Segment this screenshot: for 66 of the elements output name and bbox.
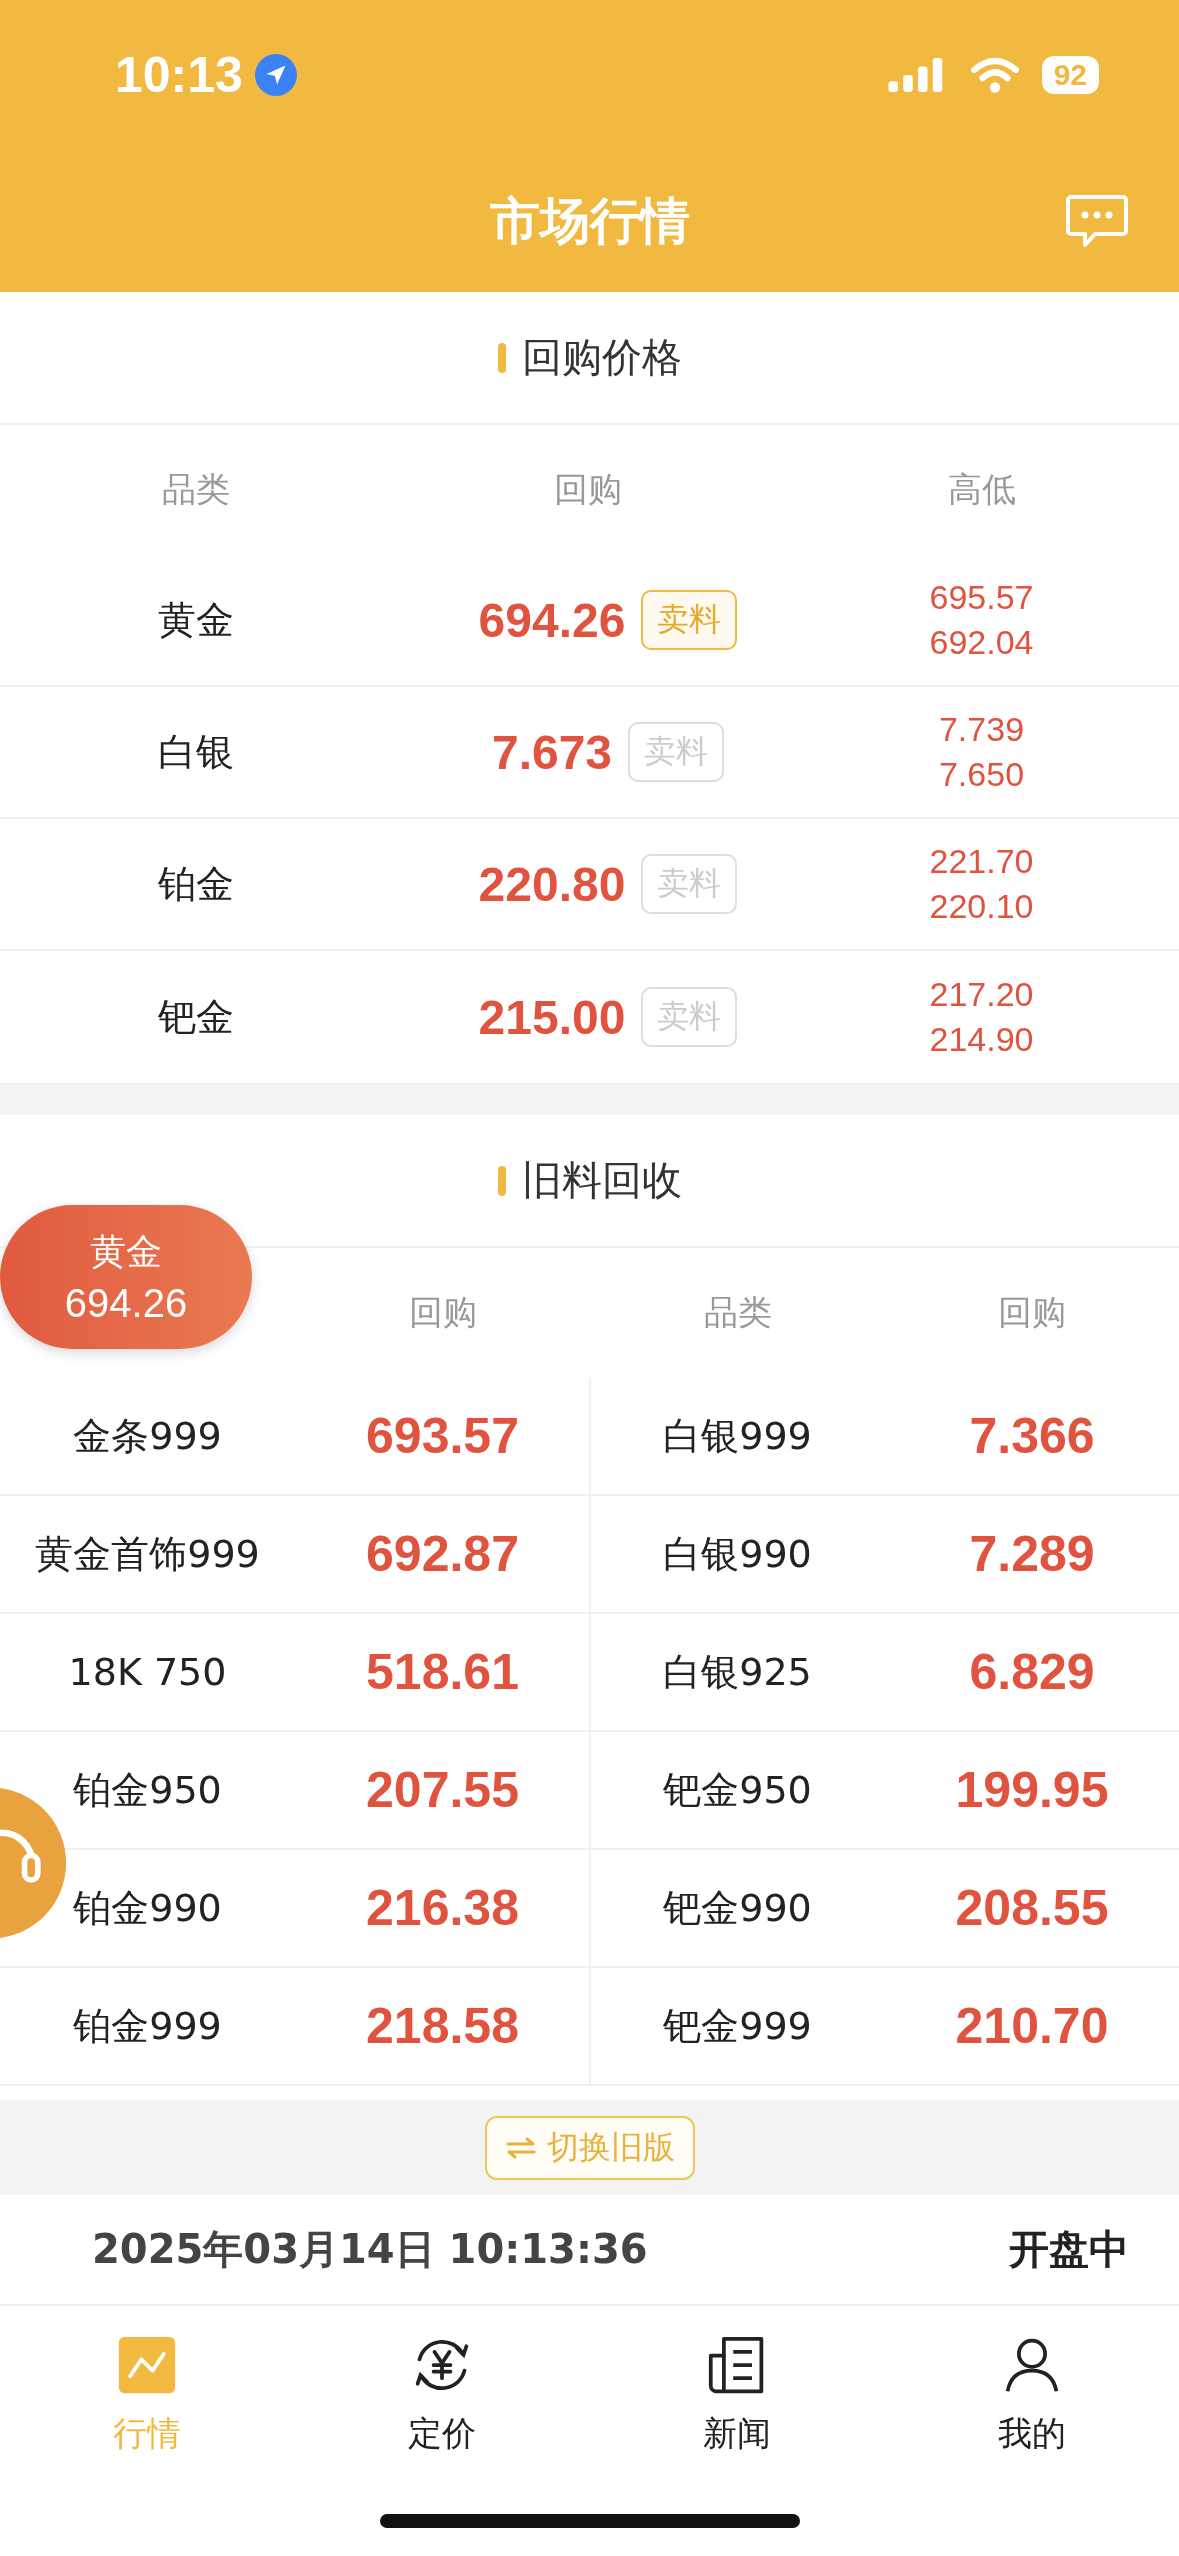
switch-version-button[interactable]: 切换旧版 xyxy=(484,2115,695,2180)
low-price: 692.04 xyxy=(929,623,1034,662)
metal-name: 铂金 xyxy=(158,860,234,908)
item-name: 钯金950 xyxy=(663,1766,812,1814)
column-header: 回购 xyxy=(554,468,622,511)
item-name: 铂金999 xyxy=(73,2002,222,2050)
low-price: 220.10 xyxy=(929,887,1034,926)
item-price: 207.55 xyxy=(366,1761,519,1819)
section-title: 回购价格 xyxy=(521,333,682,382)
tab-item[interactable]: 行情 xyxy=(0,2306,295,2486)
wifi-icon xyxy=(969,56,1020,94)
item-price: 218.58 xyxy=(366,1997,519,2055)
item-price: 216.38 xyxy=(366,1879,519,1937)
high-price: 695.57 xyxy=(929,578,1034,617)
item-price: 518.61 xyxy=(366,1643,519,1701)
tab-item[interactable]: 定价 xyxy=(294,2306,590,2486)
item-name: 铂金950 xyxy=(73,1766,222,1814)
chat-bubble-icon[interactable] xyxy=(1065,193,1129,249)
item-price: 692.87 xyxy=(366,1525,519,1583)
chart-icon xyxy=(117,2335,178,2395)
tab-item[interactable]: 新闻 xyxy=(589,2306,885,2486)
high-price: 7.739 xyxy=(938,710,1025,749)
high-price: 221.70 xyxy=(929,842,1034,881)
item-name: 白银999 xyxy=(663,1412,812,1460)
market-status: 开盘中 xyxy=(1009,2225,1129,2274)
section-marker xyxy=(497,342,506,373)
item-name: 钯金990 xyxy=(663,1884,812,1932)
column-header: 高低 xyxy=(947,468,1016,511)
item-name: 白银990 xyxy=(663,1530,812,1578)
buyback-price: 694.26 xyxy=(478,592,626,648)
swap-icon xyxy=(504,2135,537,2160)
high-price: 217.20 xyxy=(929,975,1034,1014)
status-time: 10:13 xyxy=(115,46,243,104)
battery-level: 92 xyxy=(1041,56,1099,94)
metal-name: 钯金 xyxy=(158,993,234,1041)
sell-button[interactable]: 卖料 xyxy=(641,590,738,650)
item-price: 208.55 xyxy=(955,1879,1109,1937)
floating-price-button[interactable]: 黄金 694.26 xyxy=(0,1205,252,1349)
item-name: 钯金999 xyxy=(663,2002,812,2050)
column-header: 回购 xyxy=(998,1291,1066,1334)
item-name: 18K 750 xyxy=(68,1650,227,1694)
item-price: 210.70 xyxy=(955,1997,1109,2055)
item-price: 6.829 xyxy=(969,1643,1095,1701)
column-header: 品类 xyxy=(162,468,230,511)
item-name: 黄金首饰999 xyxy=(35,1530,260,1578)
section-marker xyxy=(497,1165,506,1196)
date-time: 2025年03月14日 10:13:36 xyxy=(92,2225,648,2274)
low-price: 7.650 xyxy=(938,755,1025,794)
item-price: 199.95 xyxy=(955,1761,1109,1819)
item-price: 693.57 xyxy=(366,1407,519,1465)
item-name: 铂金990 xyxy=(73,1884,222,1932)
column-header: 品类 xyxy=(703,1291,772,1334)
low-price: 214.90 xyxy=(929,1020,1034,1059)
item-price: 7.366 xyxy=(969,1407,1095,1465)
section-title: 旧料回收 xyxy=(521,1156,682,1205)
item-name: 白银925 xyxy=(663,1648,812,1696)
column-header: 回购 xyxy=(408,1291,477,1334)
metal-name: 白银 xyxy=(158,728,234,776)
buyback-price: 215.00 xyxy=(478,989,626,1045)
buyback-price: 7.673 xyxy=(491,724,613,780)
item-name: 金条999 xyxy=(73,1412,222,1460)
metal-name: 黄金 xyxy=(158,596,234,644)
item-price: 7.289 xyxy=(969,1525,1095,1583)
buyback-price: 220.80 xyxy=(478,856,626,912)
tab-item[interactable]: 我的 xyxy=(884,2306,1179,2486)
page-title: 市场行情 xyxy=(489,190,690,252)
